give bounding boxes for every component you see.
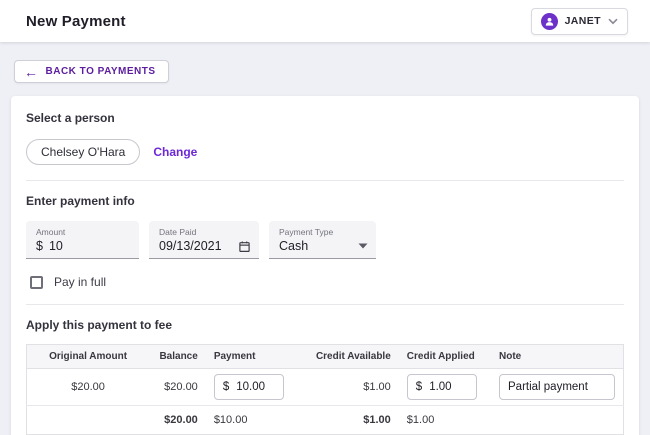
calendar-icon[interactable]: [238, 240, 251, 253]
selected-person-chip[interactable]: Chelsey O'Hara: [26, 139, 140, 165]
total-payment: $10.00: [206, 406, 308, 435]
total-credit-applied: $1.00: [399, 406, 491, 435]
amount-label: Amount: [36, 227, 131, 237]
user-avatar-icon: [541, 13, 558, 30]
payment-input-wrap: $: [214, 374, 284, 400]
dropdown-caret-icon: [358, 243, 368, 249]
payment-info-section: Enter payment info Amount $ Date Paid: [26, 194, 624, 289]
apply-fee-section: Apply this payment to fee Original Amoun…: [26, 318, 624, 435]
payment-type-label: Payment Type: [279, 227, 368, 237]
totals-spacer: [27, 406, 150, 435]
col-balance: Balance: [149, 345, 206, 369]
section-divider: [26, 180, 624, 181]
note-input-wrap: [499, 374, 615, 400]
credit-applied-input-wrap: $: [407, 374, 477, 400]
credit-applied-currency-prefix: $: [416, 381, 422, 393]
back-button-label: BACK TO PAYMENTS: [46, 66, 156, 77]
date-paid-field[interactable]: Date Paid: [149, 221, 259, 259]
amount-input[interactable]: [49, 239, 131, 253]
section-divider: [26, 304, 624, 305]
col-original-amount: Original Amount: [27, 345, 150, 369]
date-paid-label: Date Paid: [159, 227, 251, 237]
payment-info-title: Enter payment info: [26, 194, 624, 208]
app-header: New Payment JANET: [0, 0, 650, 42]
col-payment: Payment: [206, 345, 308, 369]
fee-table: Original Amount Balance Payment Credit A…: [26, 344, 624, 435]
amount-currency-prefix: $: [36, 239, 43, 253]
pay-in-full-checkbox[interactable]: [30, 276, 43, 289]
fee-totals-row: $20.00 $10.00 $1.00 $1.00: [27, 406, 624, 435]
credit-applied-input[interactable]: [429, 381, 468, 393]
select-person-title: Select a person: [26, 111, 624, 125]
apply-fee-title: Apply this payment to fee: [26, 318, 624, 332]
credit-available-value: $1.00: [308, 369, 399, 406]
col-credit-available: Credit Available: [308, 345, 399, 369]
payment-currency-prefix: $: [223, 381, 229, 393]
change-person-link[interactable]: Change: [153, 145, 197, 159]
note-input[interactable]: [508, 381, 606, 393]
select-person-section: Select a person Chelsey O'Hara Change: [26, 111, 624, 165]
back-row: ← BACK TO PAYMENTS: [0, 42, 650, 83]
col-credit-applied: Credit Applied: [399, 345, 491, 369]
pay-in-full-row[interactable]: Pay in full: [30, 275, 624, 289]
chevron-down-icon: [608, 18, 618, 25]
payment-type-value: Cash: [279, 239, 308, 253]
fee-table-header-row: Original Amount Balance Payment Credit A…: [27, 345, 624, 369]
col-note: Note: [491, 345, 624, 369]
balance-value: $20.00: [149, 369, 206, 406]
new-payment-card: Select a person Chelsey O'Hara Change En…: [11, 96, 639, 435]
user-name-label: JANET: [565, 15, 601, 27]
pay-in-full-label: Pay in full: [54, 275, 106, 289]
payment-type-select[interactable]: Payment Type Cash: [269, 221, 376, 259]
fee-row: $20.00 $20.00 $ $1.00 $: [27, 369, 624, 406]
page-title: New Payment: [26, 13, 126, 30]
original-amount-value: $20.00: [27, 369, 150, 406]
total-credit-available: $1.00: [308, 406, 399, 435]
back-to-payments-button[interactable]: ← BACK TO PAYMENTS: [14, 60, 169, 83]
user-menu-button[interactable]: JANET: [531, 8, 628, 35]
amount-field[interactable]: Amount $: [26, 221, 139, 259]
date-paid-input[interactable]: [159, 239, 238, 253]
payment-input[interactable]: [236, 381, 275, 393]
totals-note-spacer: [491, 406, 624, 435]
total-balance: $20.00: [149, 406, 206, 435]
arrow-left-icon: ←: [24, 67, 39, 77]
